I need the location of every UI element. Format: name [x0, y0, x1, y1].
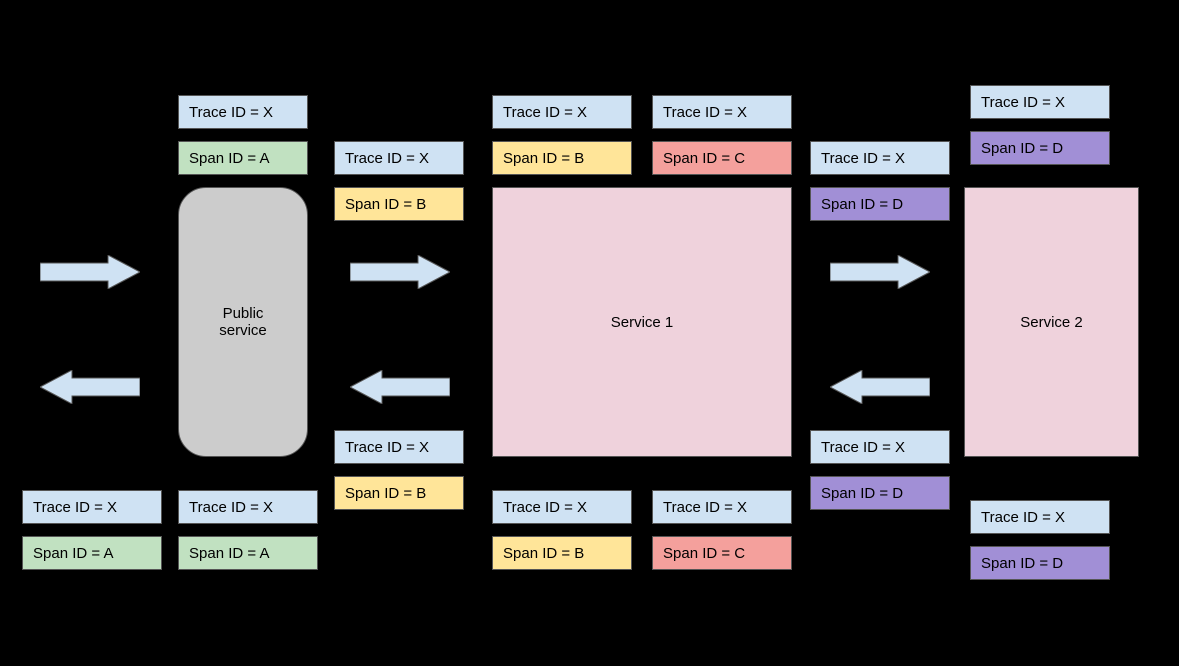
span-id-c-box: Span ID = C	[652, 141, 792, 175]
trace-id-box: Trace ID = X	[492, 490, 632, 524]
service-2-node: Service 2	[964, 187, 1139, 457]
span-id-b-box: Span ID = B	[334, 187, 464, 221]
span-id-a-box: Span ID = A	[22, 536, 162, 570]
span-id-a-box: Span ID = A	[178, 536, 318, 570]
service-1-label: Service 1	[611, 314, 674, 331]
span-id-b-box: Span ID = B	[492, 141, 632, 175]
trace-id-box: Trace ID = X	[970, 500, 1110, 534]
public-service-node: Public service	[178, 187, 308, 457]
trace-id-box: Trace ID = X	[810, 430, 950, 464]
trace-id-box: Trace ID = X	[492, 95, 632, 129]
service-1-node: Service 1	[492, 187, 792, 457]
service-2-label: Service 2	[1020, 314, 1083, 331]
trace-id-box: Trace ID = X	[652, 95, 792, 129]
trace-id-box: Trace ID = X	[334, 430, 464, 464]
public-service-label: Public service	[219, 305, 267, 339]
arrow-right-icon	[350, 255, 450, 289]
trace-id-box: Trace ID = X	[178, 95, 308, 129]
trace-id-box: Trace ID = X	[810, 141, 950, 175]
trace-id-box: Trace ID = X	[652, 490, 792, 524]
arrow-left-icon	[40, 370, 140, 404]
arrow-right-icon	[40, 255, 140, 289]
span-id-d-box: Span ID = D	[970, 546, 1110, 580]
span-id-c-box: Span ID = C	[652, 536, 792, 570]
span-id-a-box: Span ID = A	[178, 141, 308, 175]
arrow-left-icon	[830, 370, 930, 404]
trace-id-box: Trace ID = X	[178, 490, 318, 524]
arrow-right-icon	[830, 255, 930, 289]
arrow-left-icon	[350, 370, 450, 404]
span-id-d-box: Span ID = D	[810, 476, 950, 510]
trace-id-box: Trace ID = X	[334, 141, 464, 175]
span-id-d-box: Span ID = D	[810, 187, 950, 221]
span-id-b-box: Span ID = B	[492, 536, 632, 570]
span-id-b-box: Span ID = B	[334, 476, 464, 510]
span-id-d-box: Span ID = D	[970, 131, 1110, 165]
trace-id-box: Trace ID = X	[970, 85, 1110, 119]
trace-id-box: Trace ID = X	[22, 490, 162, 524]
